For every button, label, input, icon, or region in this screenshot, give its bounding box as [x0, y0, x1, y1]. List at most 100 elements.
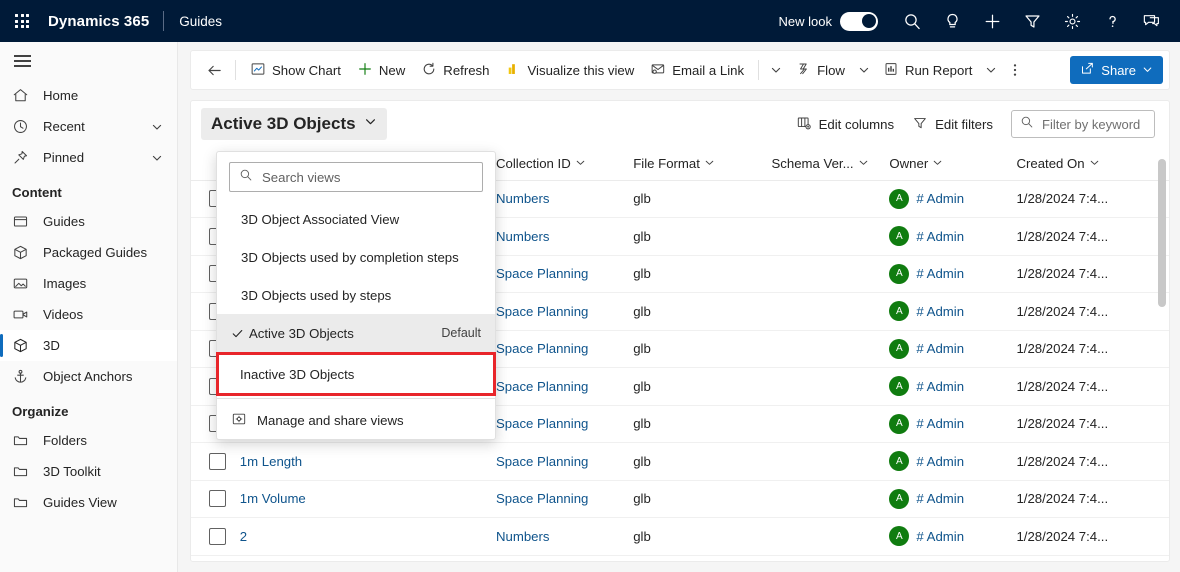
- collection-id-cell[interactable]: Numbers: [496, 218, 633, 256]
- flow-caret[interactable]: [853, 55, 875, 85]
- help-icon[interactable]: [1092, 0, 1132, 42]
- email-a-link-caret[interactable]: [765, 55, 787, 85]
- new-button[interactable]: New: [349, 55, 413, 85]
- feedback-icon[interactable]: [1132, 0, 1172, 42]
- chevron-down-icon[interactable]: [151, 152, 163, 164]
- chevron-down-icon[interactable]: [151, 121, 163, 133]
- owner-link[interactable]: # Admin: [916, 416, 964, 431]
- back-arrow-icon[interactable]: [199, 55, 229, 85]
- record-name-link[interactable]: 1m Length: [240, 454, 302, 469]
- row-select-cell[interactable]: [191, 443, 240, 481]
- owner-cell[interactable]: A# Admin: [889, 480, 1016, 518]
- grid-scrollbar[interactable]: [1158, 159, 1166, 555]
- owner-link[interactable]: # Admin: [916, 379, 964, 394]
- email-a-link-button[interactable]: Email a Link: [642, 55, 752, 85]
- row-checkbox[interactable]: [209, 453, 226, 470]
- collection-id-link[interactable]: Space Planning: [496, 341, 588, 356]
- owner-cell[interactable]: A# Admin: [889, 330, 1016, 368]
- row-select-cell[interactable]: [191, 518, 240, 556]
- refresh-button[interactable]: Refresh: [413, 55, 497, 85]
- created-on-column-header[interactable]: Created On: [1016, 147, 1169, 180]
- collection-id-cell[interactable]: Space Planning: [496, 443, 633, 481]
- sidebar-item-recent[interactable]: Recent: [0, 111, 177, 142]
- row-checkbox[interactable]: [209, 490, 226, 507]
- collection-id-link[interactable]: Space Planning: [496, 266, 588, 281]
- menu-icon[interactable]: [0, 42, 177, 80]
- edit-filters-button[interactable]: Edit filters: [912, 115, 993, 134]
- owner-cell[interactable]: A# Admin: [889, 443, 1016, 481]
- owner-cell[interactable]: A# Admin: [889, 368, 1016, 406]
- visualize-this-view-button[interactable]: Visualize this view: [497, 55, 642, 85]
- schema-version-column-header[interactable]: Schema Ver...: [771, 147, 889, 180]
- owner-link[interactable]: # Admin: [916, 529, 964, 544]
- app-name[interactable]: Guides: [164, 14, 222, 29]
- share-button[interactable]: Share: [1070, 56, 1163, 84]
- sidebar-item-object-anchors[interactable]: Object Anchors: [0, 361, 177, 392]
- view-option-3d-object-associated-view[interactable]: 3D Object Associated View: [217, 200, 495, 238]
- sidebar-item-guides-view[interactable]: Guides View: [0, 487, 177, 518]
- sidebar-item-videos[interactable]: Videos: [0, 299, 177, 330]
- sidebar-item-guides[interactable]: Guides: [0, 206, 177, 237]
- owner-cell[interactable]: A# Admin: [889, 255, 1016, 293]
- collection-id-cell[interactable]: Numbers: [496, 180, 633, 218]
- collection-id-link[interactable]: Space Planning: [496, 379, 588, 394]
- gear-icon[interactable]: [1052, 0, 1092, 42]
- owner-link[interactable]: # Admin: [916, 454, 964, 469]
- sidebar-item-home[interactable]: Home: [0, 80, 177, 111]
- edit-columns-button[interactable]: Edit columns: [796, 115, 895, 134]
- sidebar-item-folders[interactable]: Folders: [0, 425, 177, 456]
- collection-id-cell[interactable]: Space Planning: [496, 368, 633, 406]
- record-name-link[interactable]: 1m Volume: [240, 491, 306, 506]
- owner-cell[interactable]: A# Admin: [889, 518, 1016, 556]
- owner-link[interactable]: # Admin: [916, 341, 964, 356]
- run-report-button[interactable]: Run Report: [875, 55, 980, 85]
- owner-cell[interactable]: A# Admin: [889, 293, 1016, 331]
- view-option-3d-objects-used-by-steps[interactable]: 3D Objects used by steps: [217, 276, 495, 314]
- owner-link[interactable]: # Admin: [916, 304, 964, 319]
- table-row[interactable]: 1m LengthSpace PlanningglbA# Admin1/28/2…: [191, 443, 1169, 481]
- lightbulb-icon[interactable]: [932, 0, 972, 42]
- flow-button[interactable]: Flow: [787, 55, 853, 85]
- collection-id-link[interactable]: Space Planning: [496, 491, 588, 506]
- owner-link[interactable]: # Admin: [916, 229, 964, 244]
- row-checkbox[interactable]: [209, 528, 226, 545]
- search-input[interactable]: [1042, 117, 1146, 132]
- view-search-box[interactable]: [229, 162, 483, 192]
- owner-link[interactable]: # Admin: [916, 266, 964, 281]
- filter-keyword-box[interactable]: [1011, 110, 1155, 138]
- collection-id-link[interactable]: Space Planning: [496, 416, 588, 431]
- run-report-caret[interactable]: [980, 55, 1002, 85]
- collection-id-cell[interactable]: Space Planning: [496, 480, 633, 518]
- plus-icon[interactable]: [972, 0, 1012, 42]
- sidebar-item-pinned[interactable]: Pinned: [0, 142, 177, 173]
- sidebar-item-images[interactable]: Images: [0, 268, 177, 299]
- name-cell[interactable]: 2: [240, 518, 496, 556]
- owner-cell[interactable]: A# Admin: [889, 405, 1016, 443]
- more-vertical-icon[interactable]: [1002, 55, 1028, 85]
- collection-id-link[interactable]: Space Planning: [496, 454, 588, 469]
- view-option-active-3d-objects[interactable]: Active 3D Objects Default: [217, 314, 495, 352]
- new-look-toggle[interactable]: [840, 12, 878, 31]
- name-cell[interactable]: 1m Volume: [240, 480, 496, 518]
- file-format-column-header[interactable]: File Format: [633, 147, 771, 180]
- grid-scrollbar-thumb[interactable]: [1158, 159, 1166, 307]
- collection-id-link[interactable]: Numbers: [496, 191, 550, 206]
- record-name-link[interactable]: 2: [240, 529, 247, 544]
- app-launcher-icon[interactable]: [0, 0, 44, 42]
- table-row[interactable]: 2NumbersglbA# Admin1/28/2024 7:4...: [191, 518, 1169, 556]
- sidebar-item-packaged-guides[interactable]: Packaged Guides: [0, 237, 177, 268]
- view-option-3d-objects-used-by-completion-steps[interactable]: 3D Objects used by completion steps: [217, 238, 495, 276]
- owner-column-header[interactable]: Owner: [889, 147, 1016, 180]
- show-chart-button[interactable]: Show Chart: [242, 55, 349, 85]
- manage-and-share-views-button[interactable]: Manage and share views: [217, 401, 495, 439]
- collection-id-column-header[interactable]: Collection ID: [496, 147, 633, 180]
- owner-cell[interactable]: A# Admin: [889, 218, 1016, 256]
- view-selector[interactable]: Active 3D Objects: [201, 108, 387, 140]
- view-option-inactive-3d-objects[interactable]: Inactive 3D Objects: [216, 352, 496, 396]
- collection-id-cell[interactable]: Space Planning: [496, 405, 633, 443]
- filter-icon[interactable]: [1012, 0, 1052, 42]
- owner-cell[interactable]: A# Admin: [889, 180, 1016, 218]
- sidebar-item-3d[interactable]: 3D: [0, 330, 177, 361]
- collection-id-cell[interactable]: Space Planning: [496, 330, 633, 368]
- collection-id-link[interactable]: Numbers: [496, 529, 550, 544]
